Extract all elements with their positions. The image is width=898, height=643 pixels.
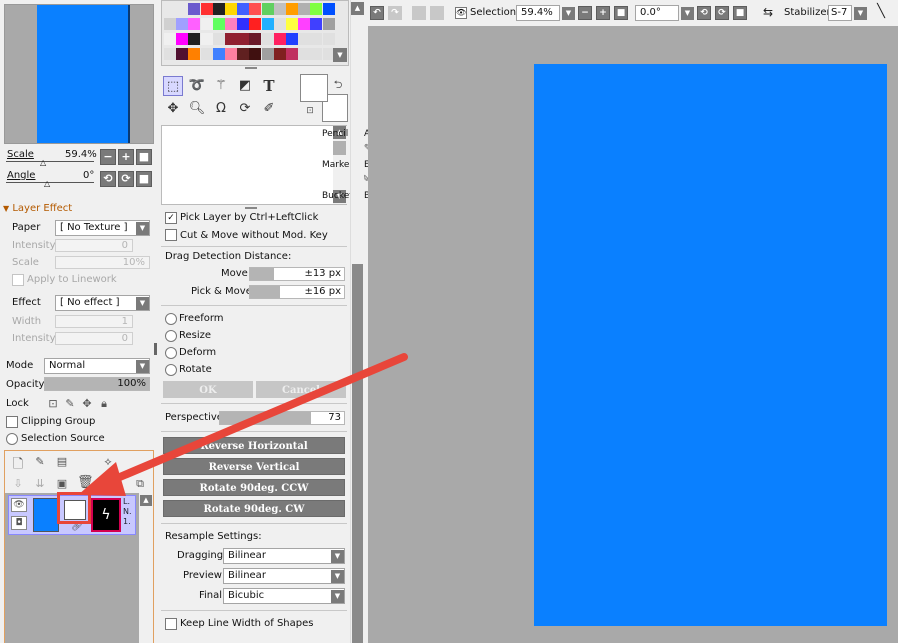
annotation-arrow-head (78, 462, 126, 496)
annotation-arrow (78, 353, 408, 496)
annotation-arrow-shaft (104, 353, 408, 486)
